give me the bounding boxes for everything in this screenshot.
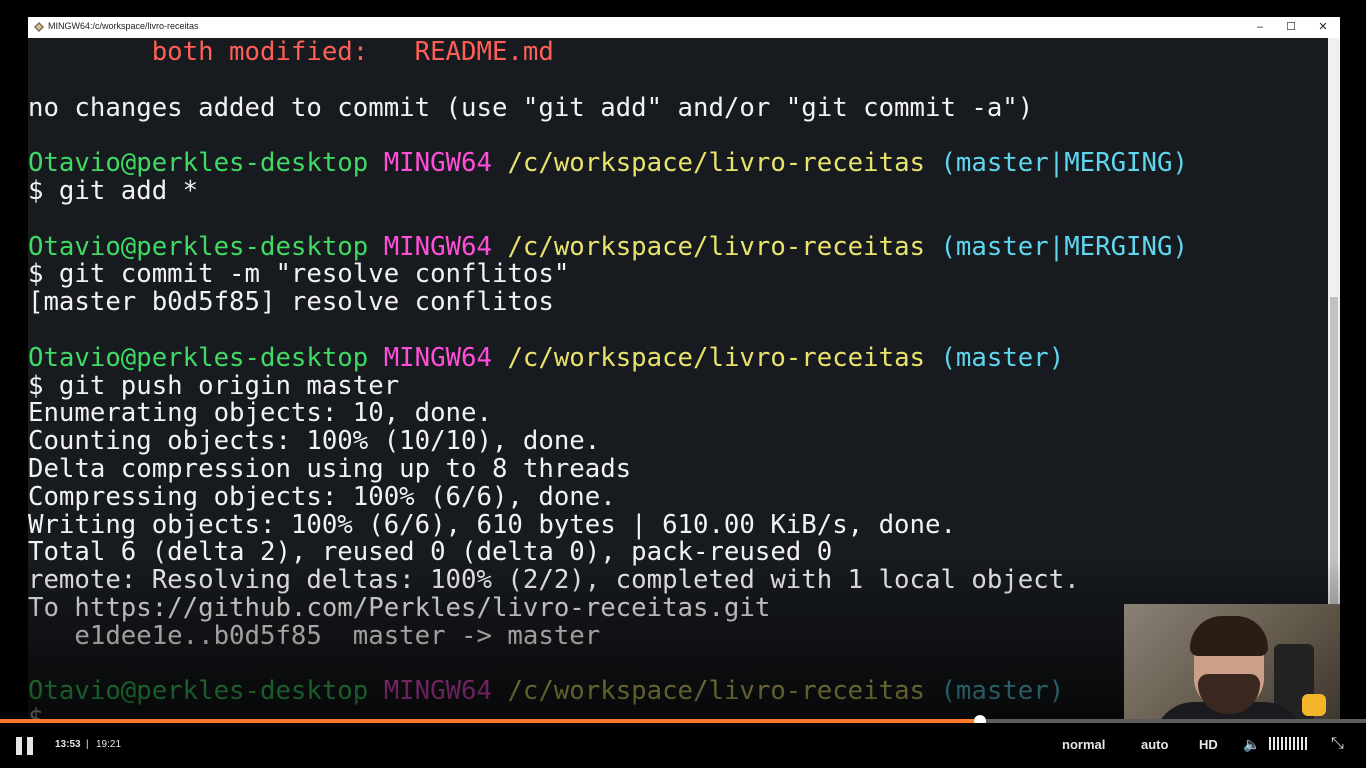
close-button[interactable]: ✕: [1309, 19, 1337, 36]
current-time: 13:53: [55, 739, 81, 750]
volume-level-bar: [1297, 737, 1299, 750]
terminal-text-segment: To https://github.com/Perkles/livro-rece…: [28, 593, 771, 623]
terminal-line: To https://github.com/Perkles/livro-rece…: [28, 594, 770, 622]
volume-level-bar: [1269, 737, 1271, 750]
terminal-text-segment: Otavio@perkles-desktop: [28, 148, 384, 179]
terminal-text-segment: (master|MERGING): [940, 231, 1188, 262]
quality-button[interactable]: auto: [1141, 737, 1168, 752]
terminal-line: remote: Resolving deltas: 100% (2/2), co…: [28, 566, 1080, 594]
time-separator: |: [86, 739, 89, 750]
terminal-text-segment: Compressing objects: 100% (6/6), done.: [28, 481, 616, 512]
terminal-text-segment: both modified: README.md: [28, 38, 554, 67]
terminal-text-segment: /c/workspace/livro-receitas: [507, 676, 941, 707]
terminal-text-segment: no changes added to commit (use "git add…: [28, 92, 1034, 123]
terminal-text-segment: Writing objects: 100% (6/6), 610 bytes |…: [28, 509, 956, 540]
presenter-webcam: [1124, 604, 1340, 730]
volume-level-bar: [1305, 737, 1307, 750]
terminal-line: no changes added to commit (use "git add…: [28, 94, 1033, 122]
terminal-line: [master b0d5f85] resolve conflitos: [28, 288, 554, 316]
volume-icon[interactable]: 🔈: [1243, 736, 1260, 753]
terminal-line: Otavio@perkles-desktop MINGW64 /c/worksp…: [28, 677, 1064, 705]
terminal-line: $ git commit -m "resolve conflitos": [28, 260, 569, 288]
video-controls: 13:53 | 19:21 normal auto HD 🔈 ⤡: [0, 723, 1366, 768]
title-bar: MINGW64:/c/workspace/livro-receitas – ☐ …: [28, 17, 1340, 38]
terminal-line: Otavio@perkles-desktop MINGW64 /c/worksp…: [28, 344, 1064, 372]
volume-level-bar: [1289, 737, 1291, 750]
terminal-line: Writing objects: 100% (6/6), 610 bytes |…: [28, 511, 956, 539]
hd-button[interactable]: HD: [1199, 737, 1218, 752]
terminal-line: Otavio@perkles-desktop MINGW64 /c/worksp…: [28, 233, 1188, 261]
volume-level-bar: [1281, 737, 1283, 750]
terminal-text-segment: /c/workspace/livro-receitas: [507, 148, 941, 179]
terminal-line: both modified: README.md: [28, 38, 554, 66]
terminal-text-segment: (master|MERGING): [940, 148, 1188, 179]
volume-level-bar: [1285, 737, 1287, 750]
terminal-line: Otavio@perkles-desktop MINGW64 /c/worksp…: [28, 149, 1188, 177]
volume-level-bar: [1273, 737, 1275, 750]
terminal-text-segment: MINGW64: [383, 148, 508, 179]
total-time: 19:21: [96, 739, 122, 750]
window-title: MINGW64:/c/workspace/livro-receitas: [48, 21, 199, 31]
terminal-line: e1dee1e..b0d5f85 master -> master: [28, 622, 600, 650]
pause-icon[interactable]: [16, 737, 36, 755]
terminal-text-segment: Delta compression using up to 8 threads: [28, 454, 632, 484]
volume-slider[interactable]: [1269, 737, 1309, 751]
terminal-text-segment: (master): [940, 342, 1065, 373]
terminal-text-segment: Total 6 (delta 2), reused 0 (delta 0), p…: [28, 537, 833, 568]
volume-level-bar: [1277, 737, 1279, 750]
webcam-presenter-hair: [1190, 616, 1268, 656]
volume-level-bar: [1301, 737, 1303, 750]
terminal-line: Compressing objects: 100% (6/6), done.: [28, 483, 616, 511]
terminal-text-segment: $ git push origin master: [28, 370, 400, 401]
minimize-button[interactable]: –: [1246, 19, 1274, 36]
terminal-text-segment: Otavio@perkles-desktop: [28, 231, 384, 262]
terminal-text-segment: Enumerating objects: 10, done.: [28, 398, 492, 429]
terminal-line: Counting objects: 100% (10/10), done.: [28, 427, 600, 455]
playback-speed-button[interactable]: normal: [1062, 737, 1105, 752]
terminal-text-segment: MINGW64: [383, 342, 508, 373]
terminal-line: Total 6 (delta 2), reused 0 (delta 0), p…: [28, 538, 832, 566]
terminal-text-segment: MINGW64: [383, 676, 508, 707]
terminal-line: $ git add *: [28, 177, 198, 205]
terminal-line: $ git push origin master: [28, 372, 399, 400]
terminal-text-segment: Otavio@perkles-desktop: [28, 342, 384, 373]
terminal-text-segment: remote: Resolving deltas: 100% (2/2), co…: [28, 565, 1080, 596]
terminal-line: Enumerating objects: 10, done.: [28, 399, 492, 427]
terminal-text-segment: MINGW64: [383, 231, 508, 262]
terminal-text-segment: $ git add *: [28, 176, 199, 206]
terminal-text-segment: [master b0d5f85] resolve conflitos: [28, 287, 554, 318]
maximize-button[interactable]: ☐: [1277, 19, 1305, 36]
terminal-line: Delta compression using up to 8 threads: [28, 455, 631, 483]
terminal-text-segment: e1dee1e..b0d5f85 master -> master: [28, 620, 601, 651]
volume-level-bar: [1293, 737, 1295, 750]
terminal-text-segment: /c/workspace/livro-receitas: [507, 342, 941, 373]
webcam-toy: [1302, 694, 1326, 716]
mingw-app-icon: [34, 22, 44, 32]
exit-fullscreen-icon[interactable]: ⤡: [1331, 735, 1344, 753]
terminal-text-segment: (master): [940, 676, 1065, 707]
terminal-text-segment: /c/workspace/livro-receitas: [507, 231, 941, 262]
terminal-text-segment: Counting objects: 100% (10/10), done.: [28, 426, 601, 457]
terminal-text-segment: Otavio@perkles-desktop: [28, 676, 384, 707]
terminal-text-segment: $ git commit -m "resolve conflitos": [28, 259, 570, 290]
